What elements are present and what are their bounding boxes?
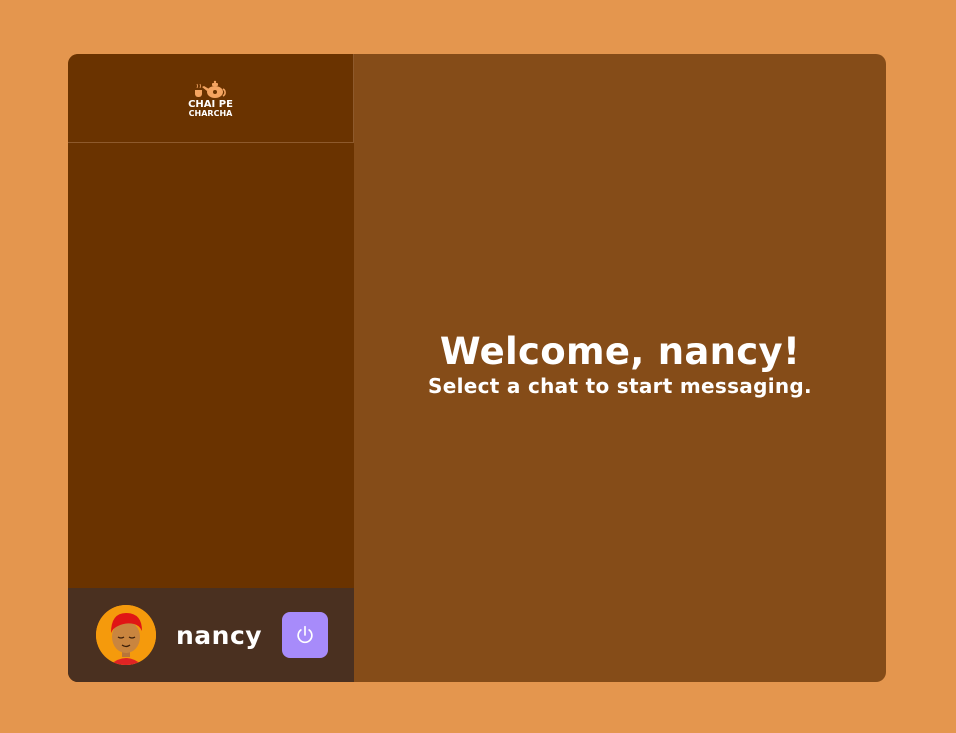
logo-line2: CHARCHA — [188, 108, 233, 118]
power-icon — [297, 625, 313, 644]
logo-text: CHAI PE CHARCHA — [188, 98, 233, 118]
avatar-icon — [96, 605, 156, 665]
user-footer: nancy — [68, 588, 354, 682]
teapot-icon — [194, 80, 226, 98]
welcome-title: Welcome, nancy! — [439, 330, 801, 373]
username: nancy — [176, 620, 263, 650]
logout-button[interactable] — [282, 612, 329, 658]
logo: CHAI PE CHARCHA — [68, 54, 354, 143]
welcome-subtitle: Select a chat to start messaging. — [428, 374, 812, 398]
chat-list — [68, 143, 354, 588]
main-panel: Welcome, nancy! Select a chat to start m… — [354, 54, 886, 682]
sidebar: CHAI PE CHARCHA nancy — [68, 54, 354, 682]
app-window: CHAI PE CHARCHA nancy Welcome, nancy! Se… — [68, 54, 886, 682]
avatar — [96, 605, 156, 665]
logo-line1: CHAI PE — [188, 98, 233, 110]
